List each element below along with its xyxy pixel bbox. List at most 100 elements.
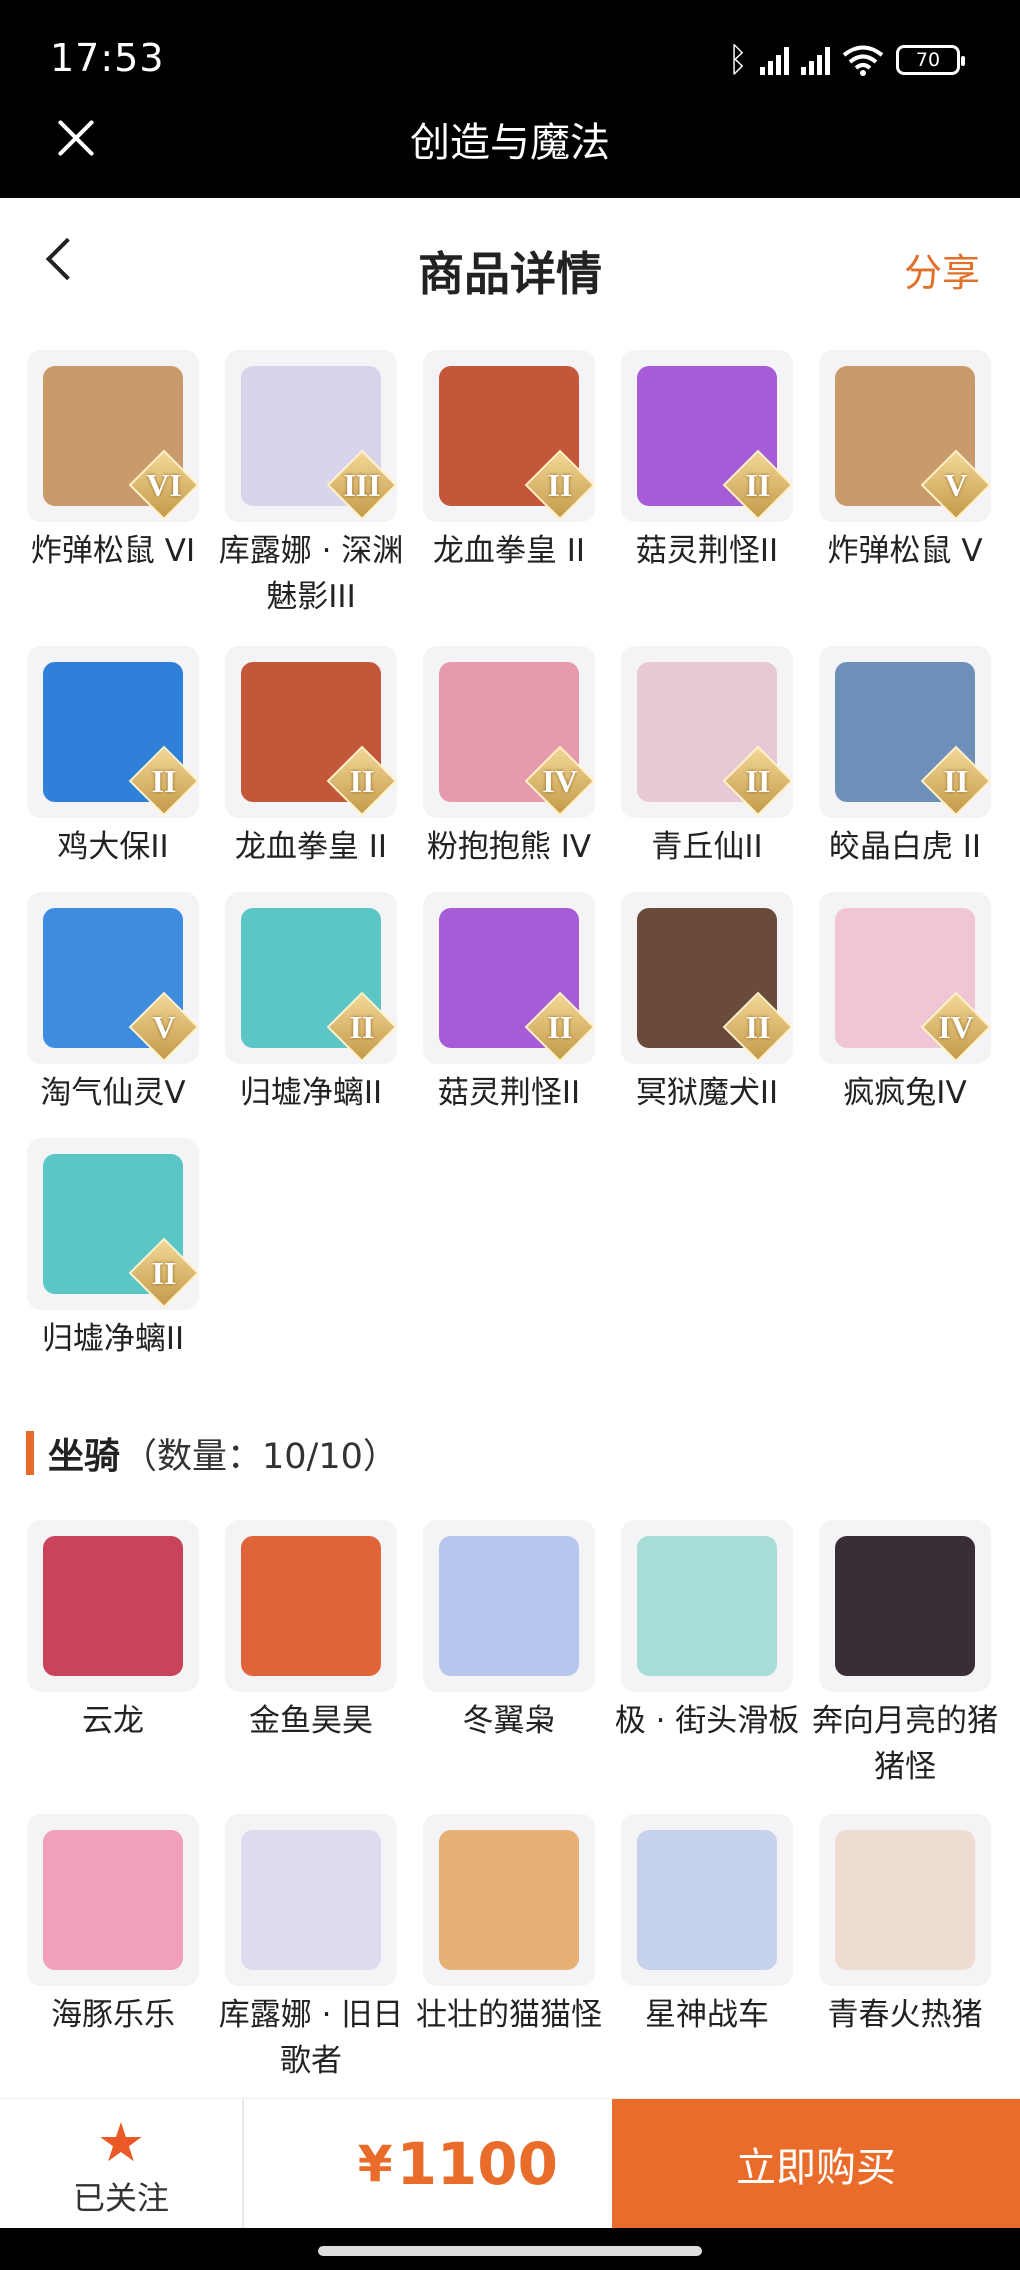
mount-name: 青春火热猪 xyxy=(827,1997,983,2033)
mount-image xyxy=(241,1830,381,1970)
rank-badge-text: II xyxy=(349,763,375,799)
signal-icon-2 xyxy=(801,45,830,75)
pet-thumbnail: III xyxy=(225,350,397,522)
pet-name: 菇灵荆怪II xyxy=(437,1075,581,1111)
follow-label: 已关注 xyxy=(72,2179,169,2217)
pet-name: 龙血拳皇 II xyxy=(234,829,388,865)
pet-name: 菇灵荆怪II xyxy=(635,533,779,569)
bottom-action-bar: ★ 已关注 ¥ 1100 立即购买 xyxy=(0,2098,1020,2229)
mount-item[interactable]: 星神战车 xyxy=(608,1814,806,2038)
pet-thumbnail: II xyxy=(423,350,595,522)
rank-badge-text: IV xyxy=(542,763,578,799)
pet-item[interactable]: II 归墟净螭II xyxy=(14,1138,212,1362)
pet-item[interactable]: II 冥狱魔犬II xyxy=(608,892,806,1116)
pet-item[interactable]: II 龙血拳皇 II xyxy=(410,350,608,574)
pet-name: 粉抱抱熊 IV xyxy=(426,829,592,865)
rank-badge-text: II xyxy=(349,1009,375,1045)
mount-thumbnail xyxy=(423,1520,595,1692)
pet-name: 库露娜 · 深渊魅影III xyxy=(218,533,404,615)
rank-badge-text: V xyxy=(944,467,968,503)
rank-badge-text: II xyxy=(547,1009,573,1045)
pet-name: 炸弹松鼠 VI xyxy=(30,533,196,569)
mount-item[interactable]: 库露娜 · 旧日歌者 xyxy=(212,1814,410,2084)
mount-image xyxy=(439,1536,579,1676)
wifi-icon xyxy=(842,45,884,76)
pet-thumbnail: II xyxy=(225,892,397,1064)
mount-name: 海豚乐乐 xyxy=(51,1997,175,2033)
mount-name: 极 · 街头滑板 xyxy=(614,1703,800,1739)
pet-item[interactable]: V 炸弹松鼠 V xyxy=(806,350,1004,574)
section-title: 坐骑 xyxy=(48,1436,121,1477)
pet-name: 青丘仙II xyxy=(651,829,763,865)
mount-thumbnail xyxy=(423,1814,595,1986)
rank-badge-text: II xyxy=(547,467,573,503)
mount-name: 壮壮的猫猫怪 xyxy=(416,1997,602,2033)
pet-name: 皎晶白虎 II xyxy=(828,829,982,865)
battery-icon: 70 xyxy=(896,45,965,75)
pet-name: 淘气仙灵V xyxy=(40,1075,186,1111)
mount-image xyxy=(835,1536,975,1676)
pet-item[interactable]: II 鸡大保II xyxy=(14,646,212,870)
pet-item[interactable]: II 青丘仙II xyxy=(608,646,806,870)
rank-badge-text: II xyxy=(745,467,771,503)
pet-item[interactable]: II 皎晶白虎 II xyxy=(806,646,1004,870)
pet-item[interactable]: II 菇灵荆怪II xyxy=(608,350,806,574)
mount-image xyxy=(241,1536,381,1676)
follow-button[interactable]: ★ 已关注 xyxy=(0,2099,244,2229)
mount-image xyxy=(43,1830,183,1970)
pet-thumbnail: II xyxy=(27,646,199,818)
share-button[interactable]: 分享 xyxy=(904,242,980,297)
mount-item[interactable]: 奔向月亮的猪猪怪 xyxy=(806,1520,1004,1790)
rank-badge-text: II xyxy=(943,763,969,799)
pet-name: 冥狱魔犬II xyxy=(635,1075,779,1111)
price-value: 1100 xyxy=(396,2130,558,2198)
app-title-bar: 创造与魔法 xyxy=(0,100,1020,198)
mount-thumbnail xyxy=(621,1520,793,1692)
page-header: 商品详情 分享 xyxy=(0,198,1020,332)
pet-thumbnail: IV xyxy=(819,892,991,1064)
mount-name: 金鱼昊昊 xyxy=(249,1703,373,1739)
mount-item[interactable]: 极 · 街头滑板 xyxy=(608,1520,806,1744)
mount-thumbnail xyxy=(225,1814,397,1986)
mount-name: 奔向月亮的猪猪怪 xyxy=(812,1703,998,1785)
mount-item[interactable]: 青春火热猪 xyxy=(806,1814,1004,2038)
pet-item[interactable]: V 淘气仙灵V xyxy=(14,892,212,1116)
mount-item[interactable]: 冬翼枭 xyxy=(410,1520,608,1744)
mount-image xyxy=(439,1830,579,1970)
pet-item[interactable]: IV 疯疯兔IV xyxy=(806,892,1004,1116)
pet-item[interactable]: VI 炸弹松鼠 VI xyxy=(14,350,212,574)
buy-now-button[interactable]: 立即购买 xyxy=(612,2099,1020,2229)
pet-item[interactable]: II 归墟净螭II xyxy=(212,892,410,1116)
mount-image xyxy=(637,1536,777,1676)
pet-thumbnail: II xyxy=(225,646,397,818)
pet-name: 鸡大保II xyxy=(57,829,169,865)
currency-symbol: ¥ xyxy=(357,2135,393,2193)
page-title: 商品详情 xyxy=(418,247,602,301)
pet-name: 归墟净螭II xyxy=(239,1075,383,1111)
pet-thumbnail: IV xyxy=(423,646,595,818)
mount-name: 库露娜 · 旧日歌者 xyxy=(218,1997,404,2079)
section-count: （数量：10/10） xyxy=(122,1436,398,1477)
battery-level: 70 xyxy=(915,49,941,71)
pet-item[interactable]: II 菇灵荆怪II xyxy=(410,892,608,1116)
mount-item[interactable]: 壮壮的猫猫怪 xyxy=(410,1814,608,2038)
pet-item[interactable]: IV 粉抱抱熊 IV xyxy=(410,646,608,870)
section-accent-bar xyxy=(26,1431,34,1475)
pet-thumbnail: VI xyxy=(27,350,199,522)
mount-thumbnail xyxy=(621,1814,793,1986)
mount-thumbnail xyxy=(819,1814,991,1986)
mount-item[interactable]: 海豚乐乐 xyxy=(14,1814,212,2038)
mount-name: 云龙 xyxy=(82,1703,144,1739)
pet-name: 疯疯兔IV xyxy=(843,1075,967,1111)
pet-item[interactable]: II 龙血拳皇 II xyxy=(212,646,410,870)
star-icon: ★ xyxy=(96,2111,146,2174)
pet-thumbnail: II xyxy=(621,646,793,818)
rank-badge-text: II xyxy=(151,763,177,799)
mount-item[interactable]: 云龙 xyxy=(14,1520,212,1744)
pet-item[interactable]: III 库露娜 · 深渊魅影III xyxy=(212,350,410,620)
pet-thumbnail: II xyxy=(27,1138,199,1310)
rank-badge-text: II xyxy=(151,1255,177,1291)
pet-thumbnail: II xyxy=(621,350,793,522)
mount-item[interactable]: 金鱼昊昊 xyxy=(212,1520,410,1744)
home-indicator[interactable] xyxy=(318,2246,702,2256)
